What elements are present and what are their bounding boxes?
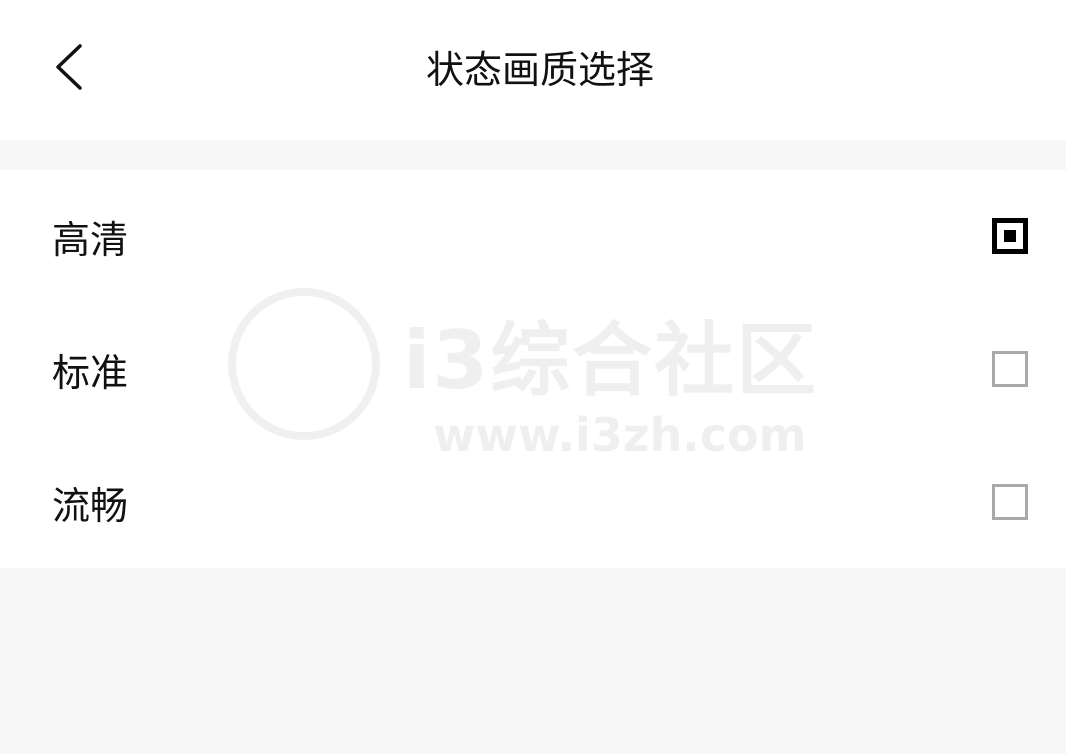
top-bar: 状态画质选择 [0,0,1066,140]
option-item-high[interactable]: 高清 [0,170,1066,302]
quality-option-list: 高清 标准 流畅 [0,170,1066,568]
checkbox-checked[interactable] [992,218,1028,254]
option-label: 高清 [52,218,129,262]
checkbox-unchecked[interactable] [992,484,1028,520]
page-title: 状态画质选择 [425,48,654,92]
option-label: 标准 [52,351,129,395]
option-item-standard[interactable]: 标准 [0,303,1066,435]
option-label: 流畅 [52,484,129,528]
option-item-smooth[interactable]: 流畅 [0,436,1066,568]
checkbox-mark [1004,230,1016,242]
checkbox-unchecked[interactable] [992,351,1028,387]
section-divider [0,140,1066,170]
